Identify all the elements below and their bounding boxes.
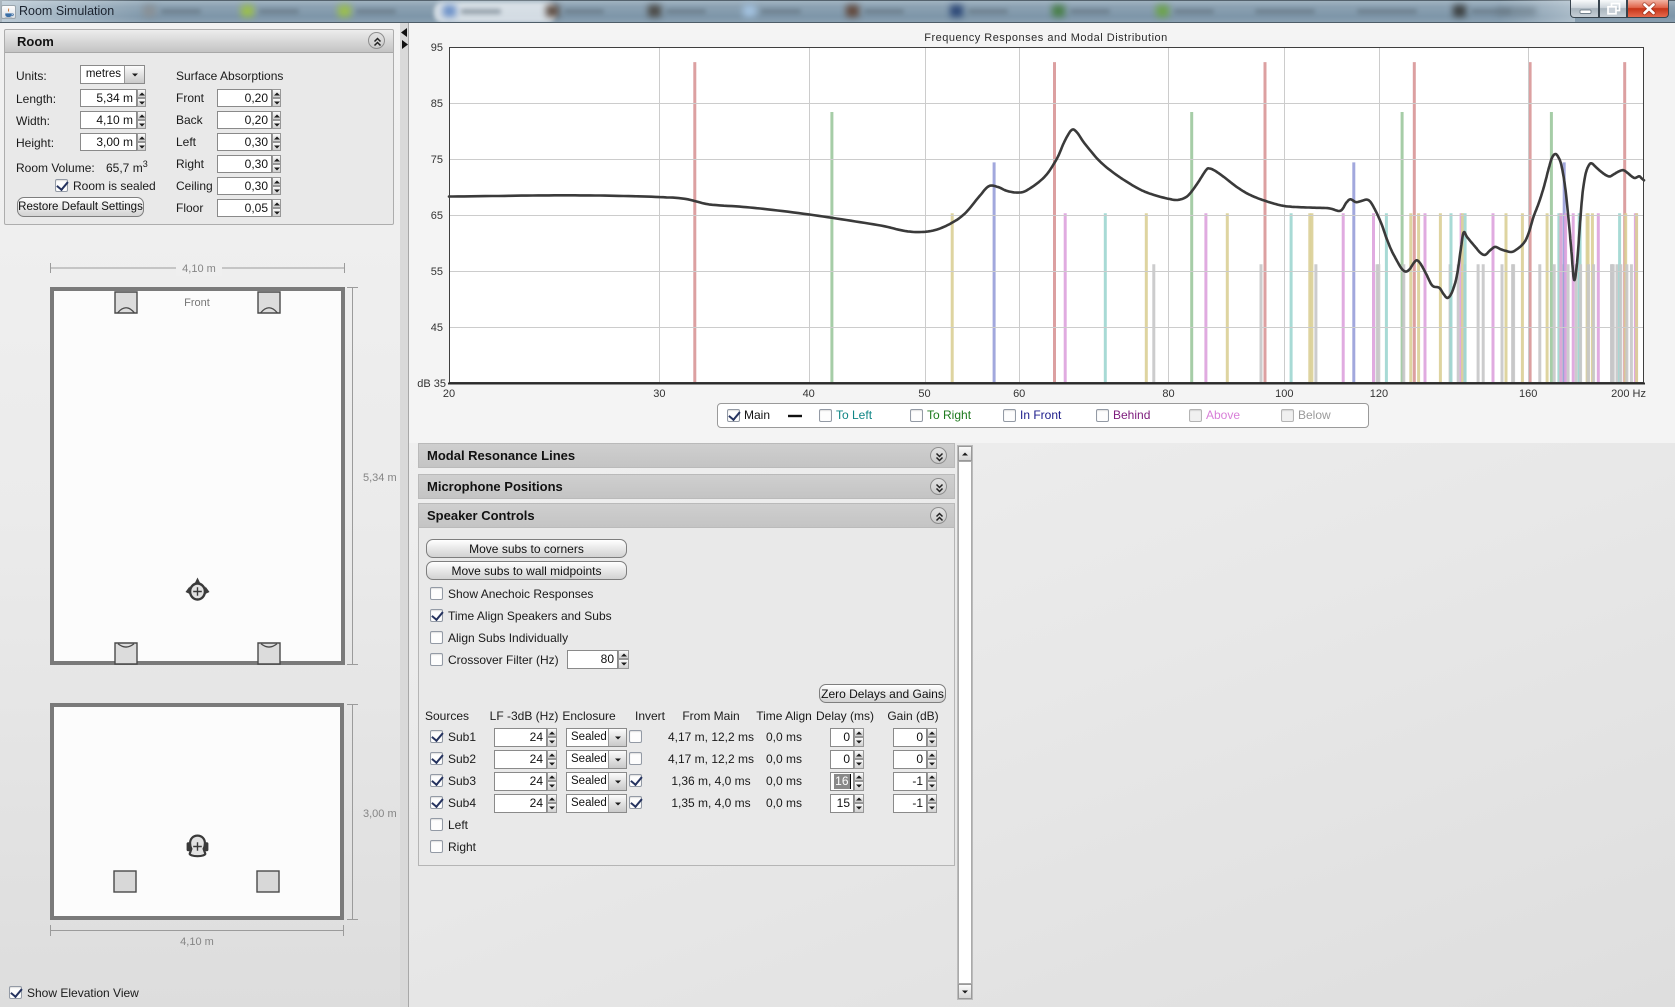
svg-text:55: 55 — [431, 266, 443, 278]
svg-text:100: 100 — [1275, 388, 1293, 400]
svg-text:95: 95 — [431, 42, 443, 54]
svg-text:160: 160 — [1519, 388, 1537, 400]
svg-text:3,00 m: 3,00 m — [363, 808, 397, 820]
svg-text:Frequency Responses and Modal: Frequency Responses and Modal Distributi… — [924, 32, 1168, 44]
svg-text:dB 35: dB 35 — [417, 378, 446, 390]
svg-text:60: 60 — [1013, 388, 1025, 400]
svg-text:50: 50 — [918, 388, 930, 400]
svg-text:80: 80 — [1162, 388, 1174, 400]
svg-text:120: 120 — [1370, 388, 1388, 400]
svg-text:45: 45 — [431, 322, 443, 334]
svg-text:5,34 m: 5,34 m — [363, 472, 397, 484]
svg-text:4,10 m: 4,10 m — [182, 263, 216, 275]
svg-text:40: 40 — [803, 388, 815, 400]
svg-text:75: 75 — [431, 154, 443, 166]
svg-text:4,10 m: 4,10 m — [180, 936, 214, 948]
svg-text:30: 30 — [653, 388, 665, 400]
svg-text:200 Hz: 200 Hz — [1611, 388, 1646, 400]
svg-text:65: 65 — [431, 210, 443, 222]
svg-text:85: 85 — [431, 98, 443, 110]
svg-text:Front: Front — [184, 297, 210, 309]
